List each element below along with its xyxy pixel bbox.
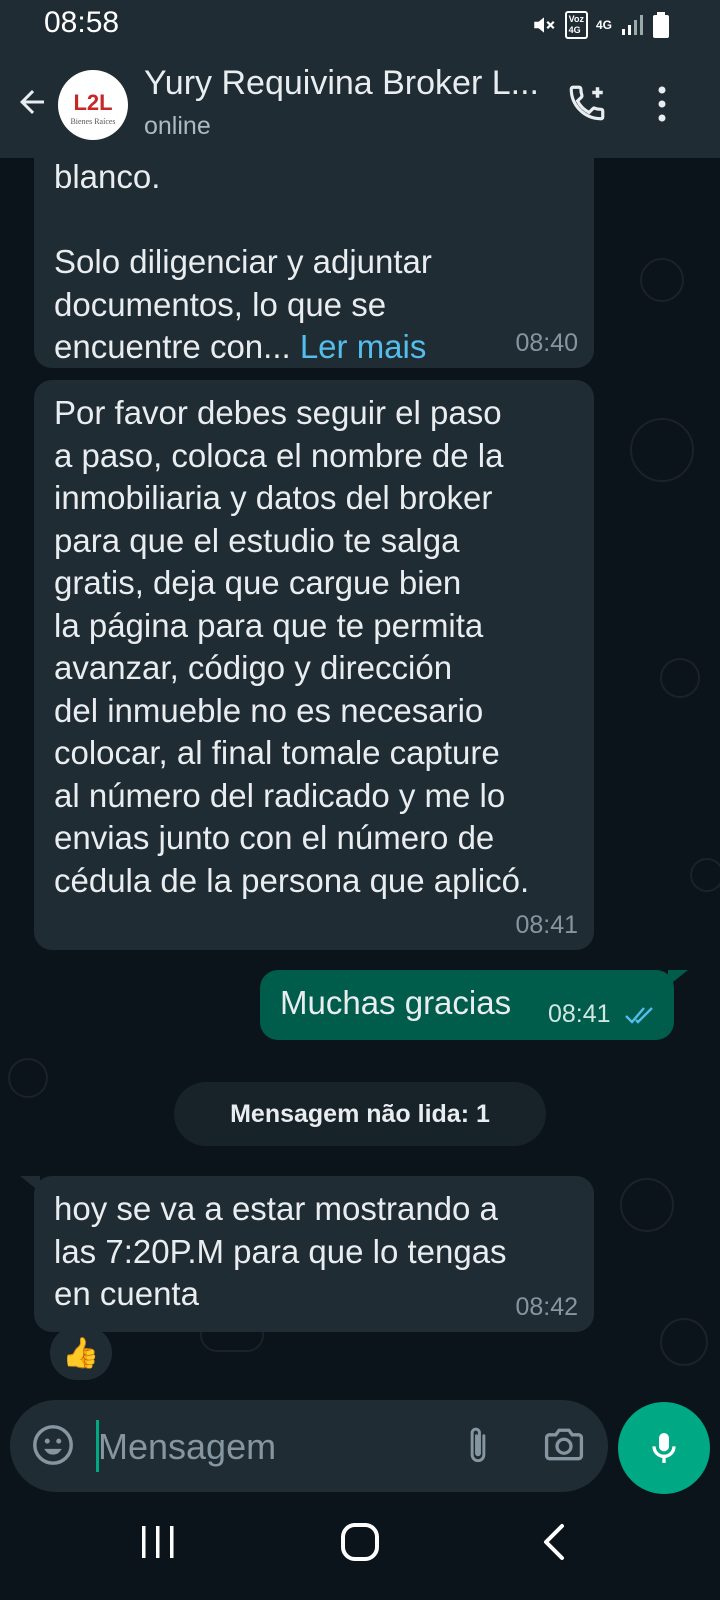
contact-presence: online xyxy=(144,112,211,140)
mic-button[interactable] xyxy=(618,1402,710,1494)
emoji-icon[interactable] xyxy=(30,1422,76,1468)
mic-icon xyxy=(652,1433,676,1463)
message-bubble-outgoing[interactable]: Muchas gracias 08:41 xyxy=(260,970,674,1040)
unread-divider: Mensagem não lida: 1 xyxy=(174,1082,546,1146)
home-icon[interactable] xyxy=(340,1522,380,1562)
message-text: blanco. Solo diligenciar y adjuntar docu… xyxy=(54,158,432,365)
signal-icon xyxy=(622,15,643,35)
brand-logo-icon: L2L Bienes Raíces xyxy=(62,88,124,126)
message-time: 08:40 xyxy=(515,329,578,357)
status-icons: Voz 4G 4G xyxy=(531,10,670,40)
attach-icon[interactable] xyxy=(460,1424,496,1468)
double-check-read-icon xyxy=(625,1007,653,1024)
contact-avatar[interactable]: L2L Bienes Raíces xyxy=(58,70,128,140)
nav-back-icon[interactable] xyxy=(540,1522,570,1562)
message-time: 08:41 xyxy=(515,911,578,939)
message-text: Muchas gracias xyxy=(280,984,512,1021)
status-time: 08:58 xyxy=(44,6,120,39)
svg-text:Bienes Raíces: Bienes Raíces xyxy=(70,117,115,126)
contact-name[interactable]: Yury Requivina Broker L... xyxy=(144,64,544,103)
message-input[interactable] xyxy=(96,1418,420,1476)
back-arrow-icon[interactable] xyxy=(14,84,50,120)
battery-icon xyxy=(653,12,669,38)
read-more-link[interactable]: Ler mais xyxy=(300,328,427,365)
add-call-icon[interactable] xyxy=(566,82,608,124)
reaction-badge[interactable]: 👍 xyxy=(50,1326,112,1380)
message-time: 08:42 xyxy=(515,1293,578,1321)
network-type: 4G xyxy=(595,18,612,32)
message-text: hoy se va a estar mostrando a las 7:20P.… xyxy=(54,1190,507,1312)
system-navigation-bar xyxy=(0,1500,720,1600)
message-bubble-incoming[interactable]: hoy se va a estar mostrando a las 7:20P.… xyxy=(34,1176,594,1332)
mute-icon xyxy=(533,17,555,33)
more-vert-icon[interactable] xyxy=(656,86,668,122)
recents-icon[interactable] xyxy=(138,1522,178,1562)
message-text: Por favor debes seguir el paso a paso, c… xyxy=(54,394,530,899)
bubble-tail-incoming xyxy=(20,1176,40,1192)
bubble-tail-outgoing xyxy=(668,970,688,986)
volte-badge: Voz 4G xyxy=(564,11,588,39)
svg-text:L2L: L2L xyxy=(73,90,112,115)
message-bubble-incoming[interactable]: Por favor debes seguir el paso a paso, c… xyxy=(34,380,594,950)
message-time: 08:41 xyxy=(548,1000,611,1028)
camera-icon[interactable] xyxy=(542,1422,586,1466)
message-bubble-incoming[interactable]: blanco. Solo diligenciar y adjuntar docu… xyxy=(34,158,594,368)
